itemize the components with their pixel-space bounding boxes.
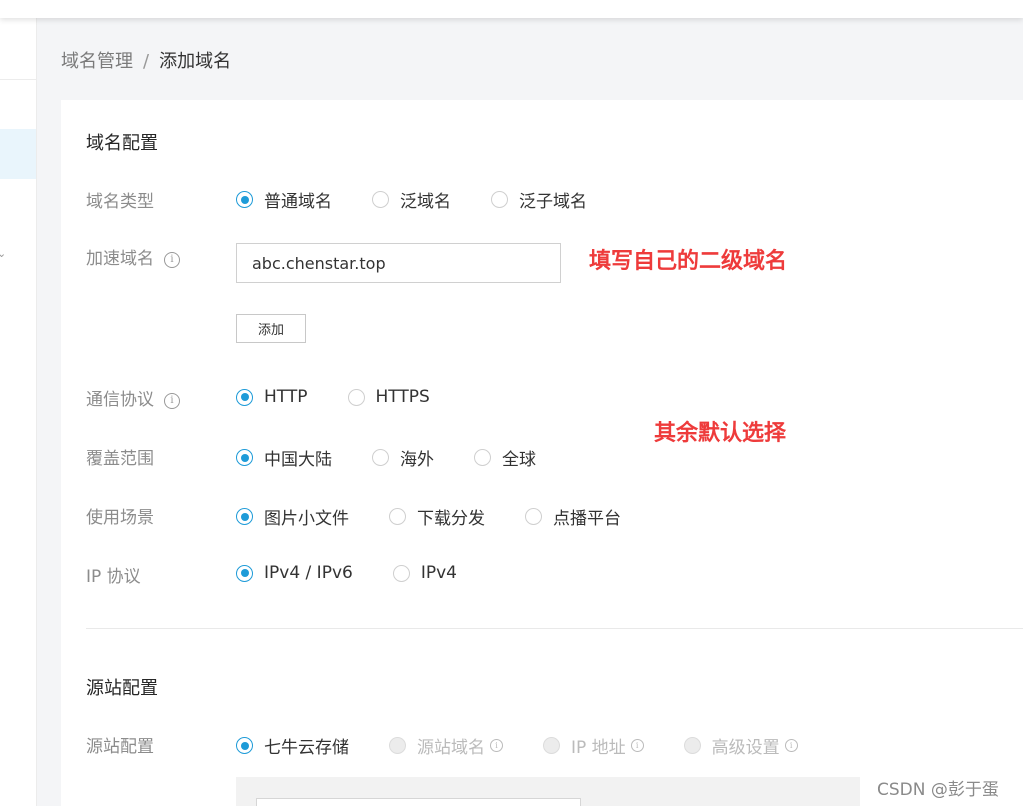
info-icon[interactable]: i: [164, 252, 180, 268]
accel-domain-input[interactable]: [236, 243, 561, 283]
radio-label: 点播平台: [553, 509, 621, 529]
radio-checked-icon[interactable]: [236, 449, 253, 466]
annotation-default-select: 其余默认选择: [654, 421, 787, 446]
radio-option[interactable]: 全球: [474, 445, 536, 470]
chevron-down-icon[interactable]: ⌄: [0, 247, 6, 260]
radio-checked-icon[interactable]: [236, 564, 253, 582]
info-icon[interactable]: i: [630, 739, 644, 752]
origin-detail-input[interactable]: [256, 798, 581, 806]
radio-label: 高级设置: [711, 738, 780, 758]
ip-protocol-label: IP 协议: [86, 567, 141, 587]
radio-label: 全球: [502, 450, 536, 470]
radio-option[interactable]: 中国大陆: [236, 445, 332, 470]
sidebar: ⌄: [0, 18, 37, 806]
radio-label: 七牛云存储: [264, 738, 349, 758]
radio-unchecked-icon[interactable]: [491, 191, 508, 208]
info-icon[interactable]: i: [490, 739, 503, 752]
protocol-label-row: 通信协议 i: [86, 385, 180, 410]
radio-option-disabled: IP 地址 i: [543, 733, 644, 758]
radio-unchecked-icon[interactable]: [474, 449, 491, 466]
info-icon[interactable]: i: [784, 739, 798, 752]
radio-disabled-icon: [543, 737, 560, 754]
add-button[interactable]: 添加: [236, 314, 306, 343]
ip-protocol-radio-group: IPv4 / IPv6 IPv4: [236, 563, 457, 583]
top-bar: [0, 0, 1023, 18]
coverage-label: 覆盖范围: [86, 449, 154, 469]
protocol-label: 通信协议: [86, 390, 154, 410]
radio-checked-icon[interactable]: [236, 508, 253, 525]
radio-label: 图片小文件: [264, 509, 349, 529]
breadcrumb: 域名管理 / 添加域名: [61, 47, 231, 73]
annotation-fill-domain: 填写自己的二级域名: [589, 249, 788, 274]
sidebar-item-active[interactable]: [0, 129, 36, 179]
accel-domain-label-row: 加速域名 i: [86, 244, 180, 269]
radio-unchecked-icon[interactable]: [392, 564, 410, 582]
radio-option[interactable]: HTTPS: [347, 387, 430, 407]
radio-option[interactable]: 图片小文件: [236, 504, 349, 529]
radio-option[interactable]: 普通域名: [236, 187, 332, 212]
radio-option[interactable]: 泛子域名: [491, 187, 587, 212]
protocol-radio-group: HTTP HTTPS: [236, 387, 430, 407]
radio-label: HTTP: [264, 387, 308, 407]
breadcrumb-separator: /: [143, 51, 150, 72]
radio-label: 下载分发: [417, 509, 485, 529]
breadcrumb-current: 添加域名: [159, 51, 232, 72]
section-title-domain-config: 域名配置: [86, 133, 158, 154]
domain-type-radio-group: 普通域名 泛域名 泛子域名: [236, 187, 587, 212]
radio-checked-icon[interactable]: [236, 737, 253, 754]
radio-disabled-icon: [389, 737, 406, 754]
section-divider: [86, 628, 1023, 629]
radio-label: IPv4: [420, 563, 457, 583]
scenario-label: 使用场景: [86, 508, 154, 528]
radio-option-disabled: 源站域名 i: [389, 733, 503, 758]
radio-checked-icon[interactable]: [236, 191, 253, 208]
origin-config-label: 源站配置: [86, 737, 154, 757]
radio-label: 海外: [400, 450, 434, 470]
scenario-radio-group: 图片小文件 下载分发 点播平台: [236, 504, 621, 529]
breadcrumb-parent[interactable]: 域名管理: [61, 51, 133, 72]
radio-option[interactable]: IPv4: [392, 563, 457, 583]
origin-radio-group: 七牛云存储 源站域名 i IP 地址 i 高级设置 i: [236, 733, 798, 758]
radio-checked-icon[interactable]: [236, 388, 253, 406]
radio-label: 泛域名: [400, 192, 451, 212]
radio-label: HTTPS: [375, 387, 430, 407]
domain-type-label: 域名类型: [86, 192, 154, 212]
radio-label: IPv4 / IPv6: [264, 563, 353, 583]
radio-label: 普通域名: [264, 192, 332, 212]
coverage-radio-group: 中国大陆 海外 全球: [236, 445, 536, 470]
radio-unchecked-icon[interactable]: [347, 388, 365, 406]
radio-option[interactable]: 七牛云存储: [236, 733, 349, 758]
radio-unchecked-icon[interactable]: [389, 508, 406, 525]
radio-option[interactable]: 点播平台: [525, 504, 621, 529]
radio-option[interactable]: 下载分发: [389, 504, 485, 529]
radio-label: 泛子域名: [519, 192, 587, 212]
radio-label: 中国大陆: [264, 450, 332, 470]
radio-option[interactable]: 海外: [372, 445, 434, 470]
radio-label: IP 地址: [571, 738, 626, 758]
origin-detail-panel: [236, 777, 860, 806]
info-icon[interactable]: i: [164, 393, 180, 409]
radio-unchecked-icon[interactable]: [372, 449, 389, 466]
radio-option[interactable]: 泛域名: [372, 187, 451, 212]
sidebar-divider: [0, 79, 36, 80]
watermark: CSDN @彭于蛋: [877, 780, 999, 800]
radio-option[interactable]: IPv4 / IPv6: [236, 563, 353, 583]
radio-unchecked-icon[interactable]: [525, 508, 542, 525]
radio-label: 源站域名: [417, 738, 485, 758]
radio-disabled-icon: [683, 737, 701, 754]
radio-option[interactable]: HTTP: [236, 387, 308, 407]
radio-unchecked-icon[interactable]: [372, 191, 389, 208]
section-title-origin-config: 源站配置: [86, 678, 158, 699]
accel-domain-label: 加速域名: [86, 249, 154, 269]
form-card: 域名配置 域名类型 普通域名 泛域名 泛子域名 加速域名i 填写自己的二级域名 …: [61, 100, 1023, 806]
radio-option-disabled: 高级设置 i: [683, 733, 798, 758]
